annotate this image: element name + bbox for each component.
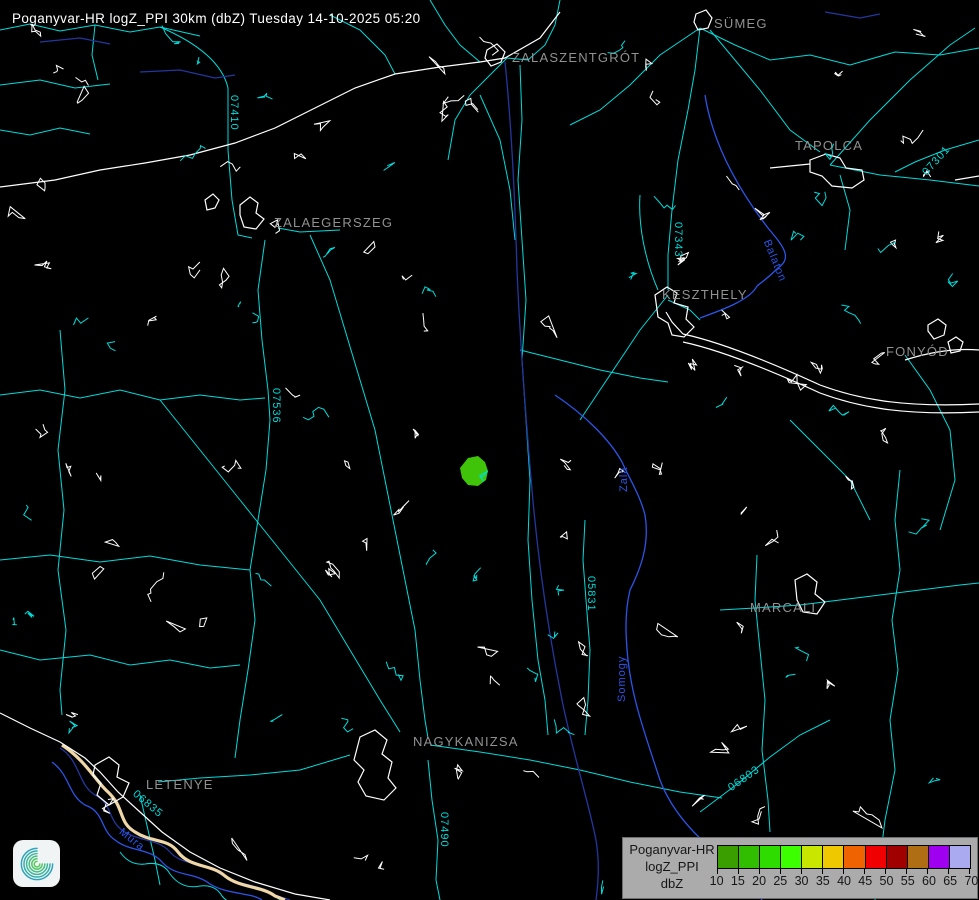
legend-tick-label: 25 [770, 874, 791, 888]
city-label-zalaszentgrot: ZALASZENTGRÓT [512, 50, 640, 65]
legend-tick-label: 20 [748, 874, 769, 888]
legend-color-cell [908, 846, 929, 868]
legend-color-cell [823, 846, 844, 868]
road-label-07490: 07490 [438, 812, 450, 848]
city-label-nagykanizsa: NAGYKANIZSA [413, 734, 519, 749]
legend-tick-label: 30 [791, 874, 812, 888]
city-label-zalaegerszeg: ZALAEGERSZEG [274, 215, 393, 230]
legend-tick-label: 70 [961, 874, 979, 888]
legend-color-cell [781, 846, 802, 868]
legend-color-cell [887, 846, 908, 868]
road-label-07343: 07343 [672, 222, 684, 258]
legend-tick-label: 65 [940, 874, 961, 888]
legend-color-cell [950, 846, 970, 868]
legend-color-cell [718, 846, 739, 868]
legend-color-cell [866, 846, 887, 868]
road-label-07410: 07410 [228, 95, 240, 131]
legend-tick-label: 60 [918, 874, 939, 888]
water-label-somogy: Somogy [616, 656, 628, 702]
legend-title-line1: Poganyvar-HR [627, 841, 717, 858]
water-label-zala: Zala [618, 467, 630, 492]
dbz-color-legend: Poganyvar-HR logZ_PPI dbZ 10152025303540… [622, 837, 978, 899]
legend-tick-label: 15 [727, 874, 748, 888]
spiral-icon [17, 844, 57, 884]
hungaromet-spiral-logo [13, 840, 60, 887]
city-label-tapolca: TAPOLCA [795, 138, 863, 153]
legend-tick-label: 55 [897, 874, 918, 888]
legend-title-line2: logZ_PPI [627, 858, 717, 875]
legend-color-cell [760, 846, 781, 868]
city-label-letenye: LETENYE [146, 777, 214, 792]
legend-colorbar [717, 845, 971, 869]
legend-tick-label: 40 [833, 874, 854, 888]
legend-color-cell [739, 846, 760, 868]
radar-map [0, 0, 979, 900]
city-label-marcali: MARCALI [750, 600, 816, 615]
city-label-fonyod: FONYÓD [886, 344, 949, 359]
legend-title-line3: dbZ [627, 875, 717, 892]
minor-road-network [0, 0, 979, 900]
legend-tick-labels: 10152025303540455055606570 [706, 874, 979, 888]
legend-color-cell [844, 846, 865, 868]
legend-color-cell [929, 846, 950, 868]
legend-title: Poganyvar-HR logZ_PPI dbZ [627, 841, 717, 892]
legend-tick-label: 45 [855, 874, 876, 888]
city-label-keszthely: KESZTHELY [662, 287, 748, 302]
legend-tick-label: 35 [812, 874, 833, 888]
road-label-05831: 05831 [585, 576, 597, 612]
legend-tick-label: 10 [706, 874, 727, 888]
radar-product-title: Poganyvar-HR logZ_PPI 30km (dbZ) Tuesday… [12, 11, 421, 26]
legend-color-cell [802, 846, 823, 868]
radar-screen: Poganyvar-HR logZ_PPI 30km (dbZ) Tuesday… [0, 0, 979, 900]
city-label-sumeg: SÜMEG [714, 16, 768, 31]
legend-tick-label: 50 [876, 874, 897, 888]
road-label-07536: 07536 [270, 388, 282, 424]
